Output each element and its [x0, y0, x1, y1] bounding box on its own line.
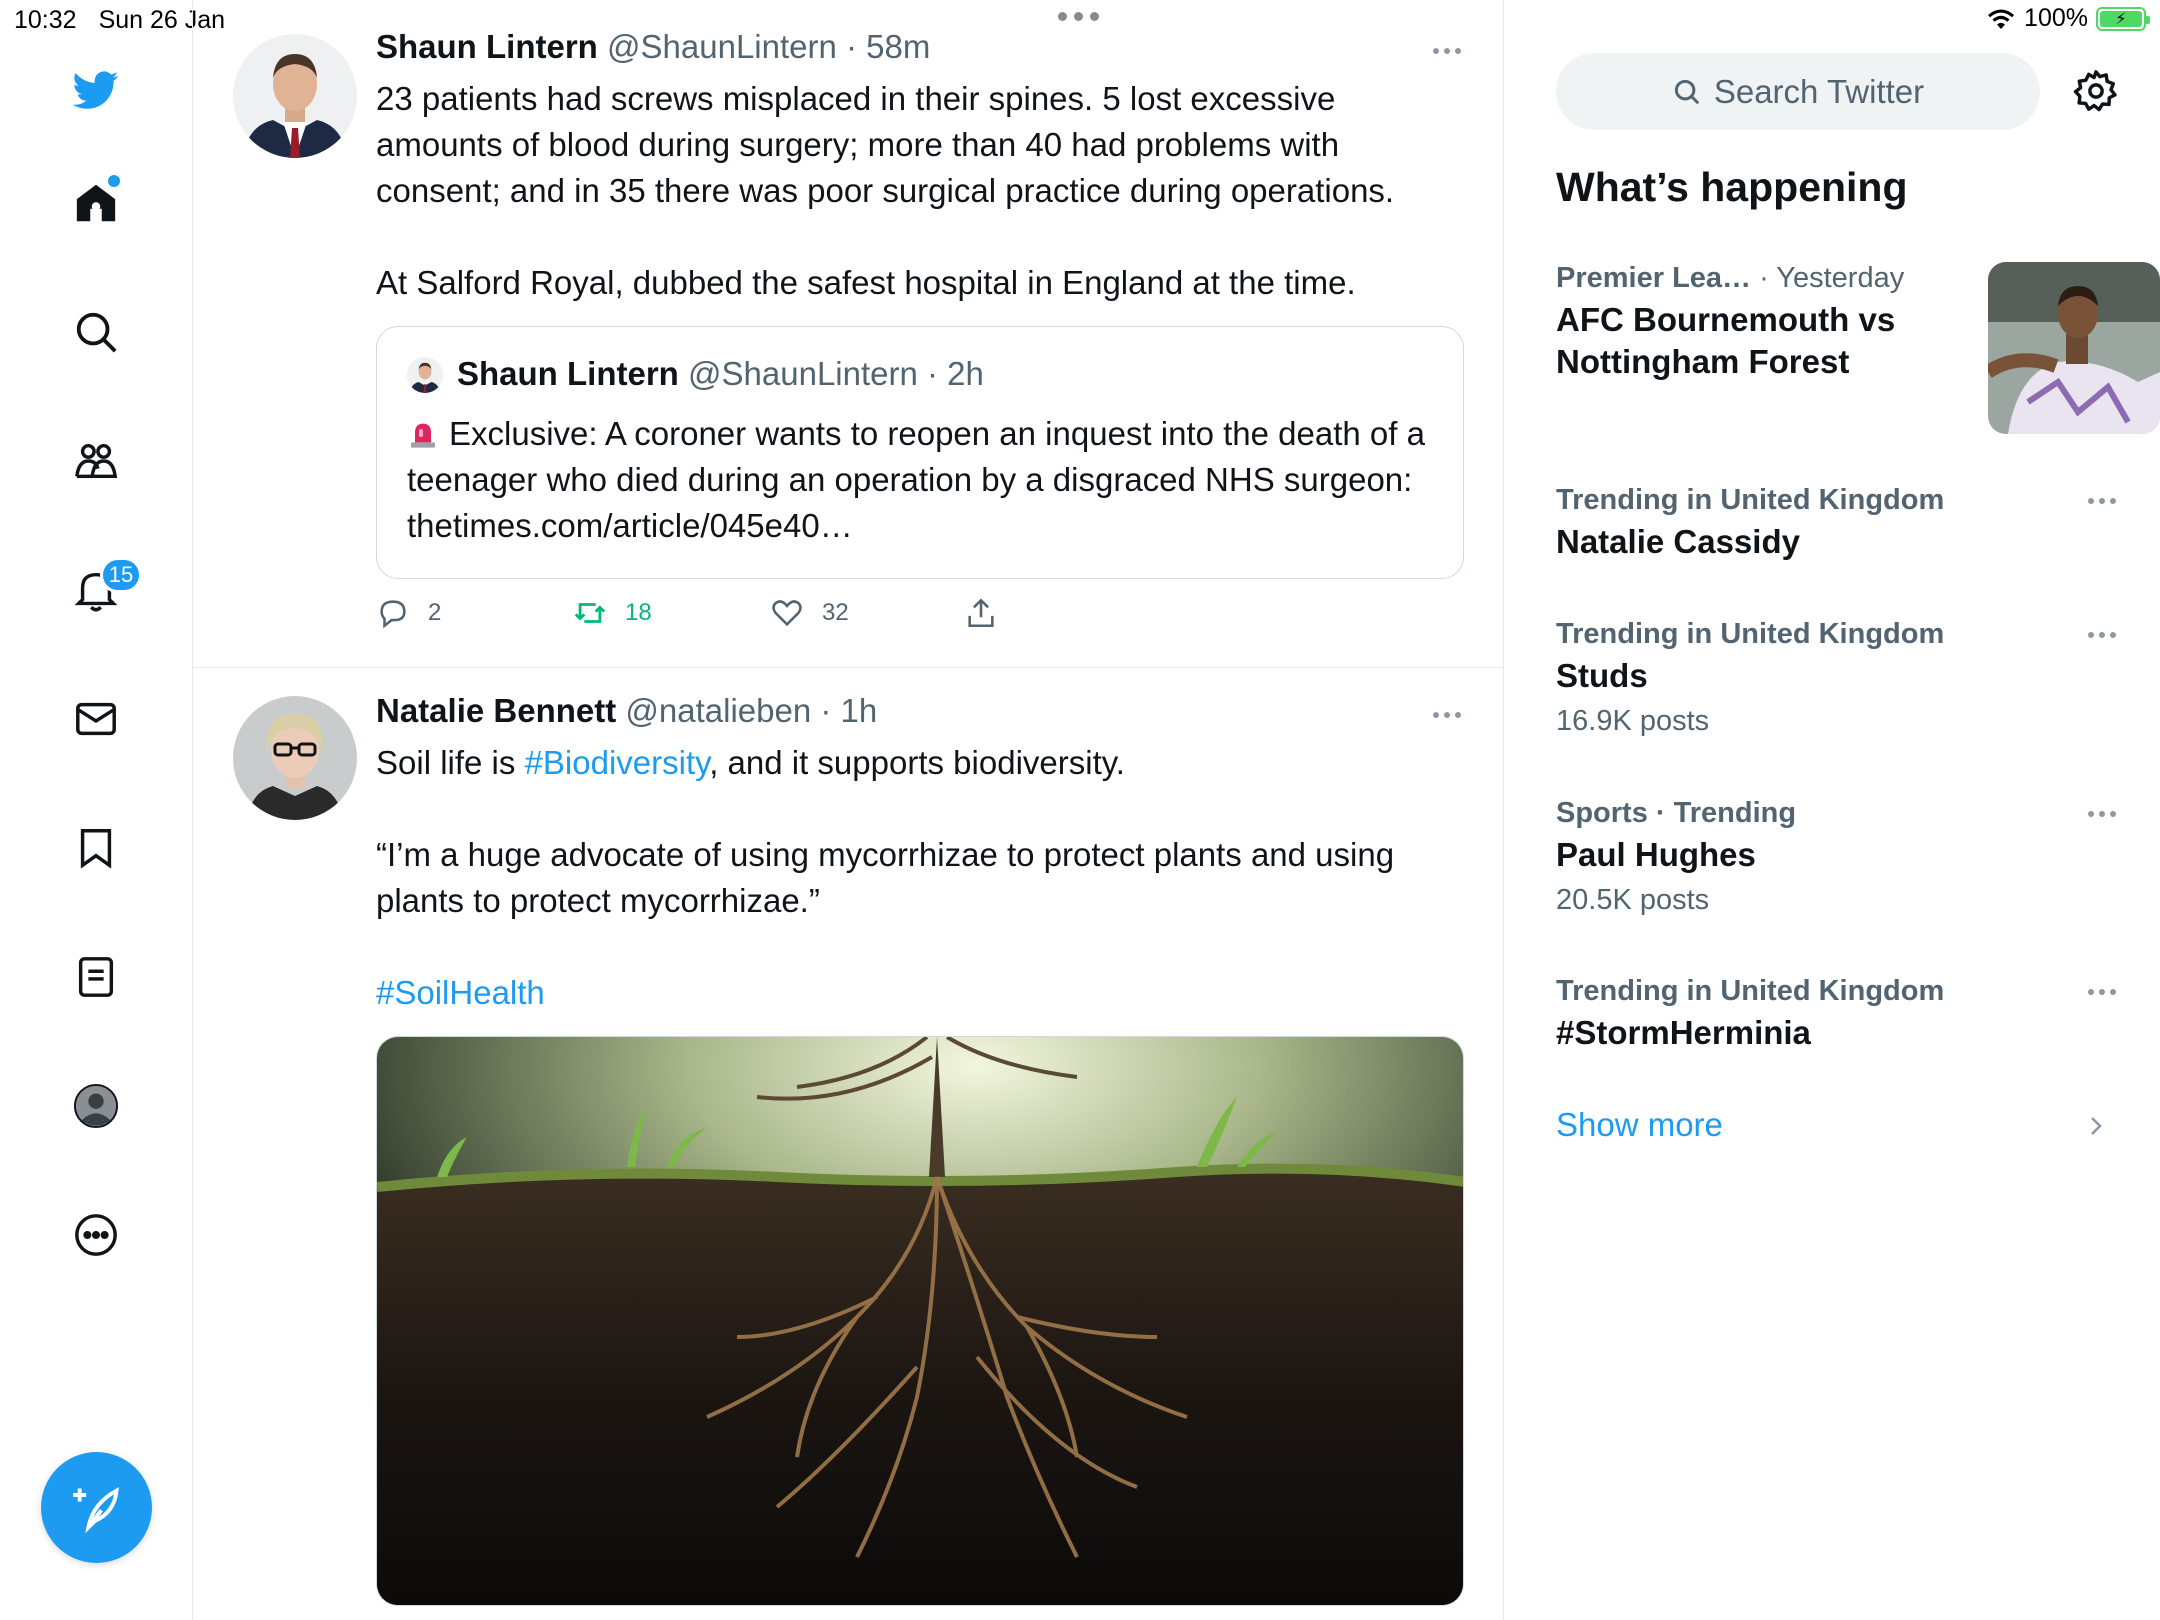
- left-navigation: 15: [0, 0, 193, 1620]
- tweet-text-paragraph: At Salford Royal, dubbed the safest hosp…: [376, 264, 1356, 301]
- home-unread-dot: [108, 175, 120, 187]
- notifications-badge: 15: [100, 557, 142, 593]
- show-more-label: Show more: [1556, 1106, 1723, 1143]
- author-name[interactable]: Shaun Lintern: [376, 28, 598, 65]
- trend-title: AFC Bournemouth vs Nottingham Forest: [1556, 301, 1896, 380]
- trend-item[interactable]: Trending in United Kingdom Studs 16.9K p…: [1556, 618, 2116, 738]
- tweet-header: Natalie Bennett @natalieben · 1h: [376, 692, 877, 730]
- author-handle[interactable]: @ShaunLintern: [607, 28, 837, 65]
- communities-icon[interactable]: [66, 431, 126, 491]
- avatar[interactable]: [233, 34, 357, 158]
- trend-item-featured[interactable]: Premier Lea… · Yesterday AFC Bournemouth…: [1556, 262, 2160, 434]
- profile-icon[interactable]: [66, 1076, 126, 1136]
- trend-meta: Trending in United Kingdom: [1556, 484, 1945, 516]
- trend-post-count: 20.5K posts: [1556, 884, 1710, 916]
- messages-icon[interactable]: [66, 689, 126, 749]
- search-icon: [1674, 79, 1700, 104]
- show-more-link[interactable]: Show more: [1556, 1106, 2116, 1144]
- more-options-icon[interactable]: [1433, 48, 1461, 54]
- quoted-tweet-body: Exclusive: A coroner wants to reopen an …: [407, 415, 1425, 544]
- quoted-tweet-time: · 2h: [927, 355, 984, 392]
- tweet-text-segment: Soil life is: [376, 744, 525, 781]
- trend-item[interactable]: Trending in United Kingdom #StormHermini…: [1556, 975, 2116, 1054]
- trend-meta: Trending in United Kingdom: [1556, 618, 1945, 650]
- trend-title: Studs: [1556, 657, 1648, 694]
- avatar[interactable]: [233, 696, 357, 820]
- like-button[interactable]: 32: [770, 596, 849, 630]
- siren-icon: [411, 423, 435, 448]
- retweet-button[interactable]: 18: [573, 596, 652, 630]
- timeline: Shaun Lintern @ShaunLintern · 58m 23 pat…: [193, 0, 1504, 1620]
- quoted-tweet-header: Shaun Lintern @ShaunLintern · 2h: [457, 355, 984, 393]
- quoted-avatar: [407, 357, 443, 393]
- compose-tweet-button[interactable]: [41, 1452, 152, 1563]
- trend-time: · Yesterday: [1759, 262, 1905, 294]
- trend-thumbnail: [1988, 262, 2160, 434]
- right-sidebar: Search Twitter What’s happening Premier …: [1505, 0, 2160, 1620]
- chevron-right-icon: [2091, 1117, 2102, 1135]
- author-handle[interactable]: @natalieben: [625, 692, 811, 729]
- compose-icon: [72, 1486, 119, 1533]
- trend-more-icon[interactable]: [2088, 989, 2116, 995]
- retweet-count: 18: [625, 599, 652, 626]
- quoted-author-handle: @ShaunLintern: [688, 355, 918, 392]
- trend-meta: Trending in United Kingdom: [1556, 975, 1945, 1007]
- search-icon[interactable]: [66, 302, 126, 362]
- reply-count: 2: [428, 599, 442, 626]
- hashtag-link[interactable]: #SoilHealth: [376, 974, 545, 1011]
- tweet-header: Shaun Lintern @ShaunLintern · 58m: [376, 28, 930, 66]
- tweet-image[interactable]: [376, 1036, 1464, 1606]
- search-input[interactable]: Search Twitter: [1556, 53, 2040, 130]
- quoted-tweet-text: Exclusive: A coroner wants to reopen an …: [407, 411, 1437, 549]
- trend-title: #StormHerminia: [1556, 1014, 1811, 1051]
- retweet-icon: [574, 603, 606, 623]
- whats-happening-heading: What’s happening: [1556, 164, 1908, 210]
- trend-more-icon[interactable]: [2088, 811, 2116, 817]
- trend-item[interactable]: Sports · Trending Paul Hughes 20.5K post…: [1556, 797, 2116, 917]
- trend-more-icon[interactable]: [2088, 632, 2116, 638]
- share-icon: [968, 598, 994, 628]
- tweet-time[interactable]: · 1h: [820, 692, 877, 729]
- tweet-quote-paragraph: “I’m a huge advocate of using mycorrhiza…: [376, 836, 1395, 919]
- tweet-text-segment: , and it supports biodiversity.: [709, 744, 1125, 781]
- bookmarks-icon[interactable]: [66, 818, 126, 878]
- settings-gear-icon[interactable]: [2073, 68, 2119, 114]
- quoted-author-name: Shaun Lintern: [457, 355, 679, 392]
- more-icon[interactable]: [66, 1205, 126, 1265]
- trend-meta: Sports · Trending: [1556, 797, 1797, 829]
- tweet-time[interactable]: · 58m: [846, 28, 930, 65]
- tweet[interactable]: Natalie Bennett @natalieben · 1h Soil li…: [193, 668, 1503, 1620]
- trend-more-icon[interactable]: [2088, 498, 2116, 504]
- search-placeholder: Search Twitter: [1713, 72, 1925, 110]
- tweet-text: Soil life is #Biodiversity, and it suppo…: [376, 740, 1456, 1016]
- tweet[interactable]: Shaun Lintern @ShaunLintern · 58m 23 pat…: [193, 0, 1503, 668]
- tweet-text: 23 patients had screws misplaced in thei…: [376, 76, 1456, 306]
- trend-category: Premier Lea…: [1556, 262, 1752, 294]
- heart-icon: [772, 600, 802, 627]
- trend-item[interactable]: Trending in United Kingdom Natalie Cassi…: [1556, 484, 2116, 563]
- hashtag-link[interactable]: #Biodiversity: [525, 744, 710, 781]
- trend-post-count: 16.9K posts: [1556, 705, 1710, 737]
- lists-icon[interactable]: [66, 947, 126, 1007]
- trend-title: Natalie Cassidy: [1556, 523, 1800, 560]
- twitter-logo-icon[interactable]: [66, 60, 126, 120]
- reply-button[interactable]: 2: [376, 596, 441, 630]
- share-button[interactable]: [964, 596, 998, 630]
- reply-icon: [380, 600, 406, 629]
- quoted-tweet[interactable]: Shaun Lintern @ShaunLintern · 2h Exclusi…: [376, 326, 1464, 579]
- like-count: 32: [822, 599, 849, 626]
- author-name[interactable]: Natalie Bennett: [376, 692, 616, 729]
- tweet-text-paragraph: Soil life is #Biodiversity, and it suppo…: [376, 740, 1456, 786]
- more-options-icon[interactable]: [1433, 712, 1461, 718]
- tweet-actions: 2 18 32: [376, 596, 1276, 640]
- trend-title: Paul Hughes: [1556, 836, 1756, 873]
- tweet-text-paragraph: 23 patients had screws misplaced in thei…: [376, 80, 1395, 209]
